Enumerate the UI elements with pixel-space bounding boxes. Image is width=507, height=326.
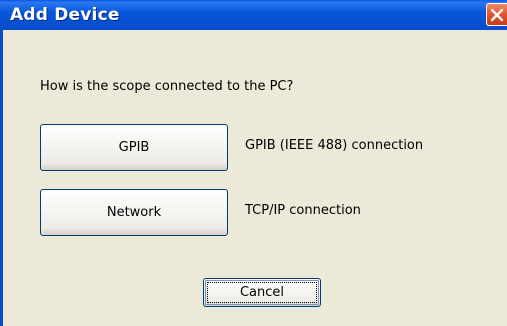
cancel-button-label: Cancel — [239, 285, 285, 300]
add-device-dialog: Add Device How is the scope connected to… — [0, 0, 507, 326]
title-bar[interactable]: Add Device — [0, 0, 507, 30]
window-title: Add Device — [10, 5, 120, 25]
connection-question: How is the scope connected to the PC? — [40, 79, 294, 94]
network-button-label: Network — [106, 205, 162, 220]
gpib-button[interactable]: GPIB — [40, 124, 228, 171]
network-button[interactable]: Network — [40, 189, 228, 236]
close-icon — [490, 8, 504, 22]
close-button[interactable] — [486, 3, 507, 26]
cancel-button[interactable]: Cancel — [203, 278, 321, 307]
network-description: TCP/IP connection — [245, 203, 361, 218]
window-frame-left — [0, 30, 3, 326]
gpib-button-label: GPIB — [118, 140, 150, 155]
gpib-description: GPIB (IEEE 488) connection — [245, 138, 424, 153]
